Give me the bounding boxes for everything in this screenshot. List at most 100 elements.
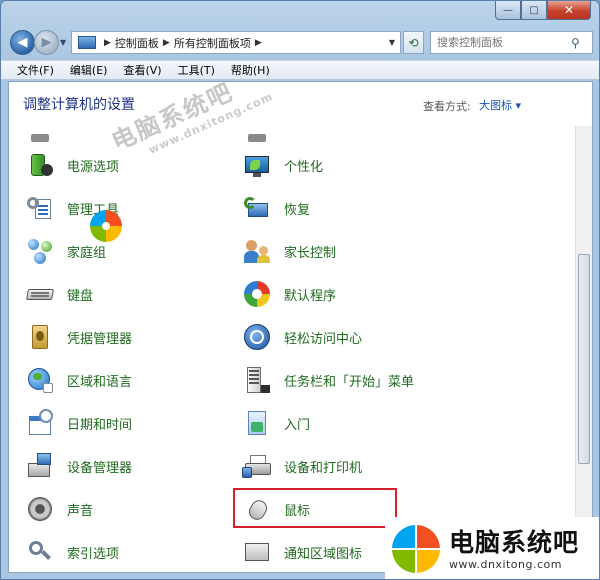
- item-keyboard[interactable]: 键盘: [25, 277, 93, 311]
- item-ease-of-access[interactable]: 轻松访问中心: [242, 320, 362, 354]
- arrow-left-icon: ◀: [17, 35, 28, 50]
- view-by-dropdown[interactable]: 大图标 ▾: [479, 97, 521, 113]
- item-label: 键盘: [67, 288, 94, 304]
- menu-file[interactable]: 文件(F): [9, 62, 62, 78]
- refresh-icon: ⟲: [408, 35, 419, 50]
- date-time-icon: [25, 408, 55, 438]
- item-credential-manager[interactable]: 凭据管理器: [25, 320, 132, 354]
- navigation-bar: ◀ ▶ ▼ ▶ 控制面板 ▶ 所有控制面板项 ▶ ▼ ⟲ ⚲: [1, 27, 599, 59]
- ease-of-access-icon: [242, 322, 272, 352]
- back-button[interactable]: ◀: [10, 30, 35, 55]
- item-personalization[interactable]: 个性化: [242, 148, 323, 182]
- caption-buttons: — □ ✕: [495, 1, 591, 21]
- menu-tools[interactable]: 工具(T): [170, 62, 223, 78]
- partial-item-top-right: [242, 114, 272, 148]
- refresh-button[interactable]: ⟲: [403, 31, 424, 54]
- address-dropdown-icon[interactable]: ▼: [384, 38, 400, 47]
- control-panel-icon: [78, 36, 96, 49]
- item-label: 入门: [284, 417, 311, 433]
- item-getting-started[interactable]: 入门: [242, 406, 310, 440]
- chevron-right-icon[interactable]: ▶: [255, 38, 262, 48]
- item-label: 电源选项: [67, 159, 120, 175]
- content-header: 调整计算机的设置 查看方式: 大图标 ▾: [9, 82, 592, 126]
- minimize-button[interactable]: —: [495, 1, 521, 20]
- homegroup-icon: [25, 236, 55, 266]
- item-label: 索引选项: [67, 546, 120, 562]
- item-label: 恢复: [284, 202, 311, 218]
- item-homegroup[interactable]: 家庭组: [25, 234, 106, 268]
- items-grid: 电源选项 个性化 管理工具 恢复 家庭组 家长控制 键盘 默认程序 凭据管理器 …: [9, 126, 577, 572]
- address-bar[interactable]: ▶ 控制面板 ▶ 所有控制面板项 ▶ ▼: [71, 31, 401, 54]
- personalization-icon: [242, 150, 272, 180]
- item-label: 默认程序: [284, 288, 337, 304]
- taskbar-start-menu-icon: [242, 365, 272, 395]
- item-label: 设备管理器: [67, 460, 133, 476]
- credential-manager-icon: [25, 322, 55, 352]
- item-notification-area[interactable]: 通知区域图标: [242, 535, 362, 569]
- item-region-language[interactable]: 区域和语言: [25, 363, 132, 397]
- forward-button[interactable]: ▶: [34, 30, 59, 55]
- search-icon[interactable]: ⚲: [571, 36, 587, 50]
- item-label: 声音: [67, 503, 94, 519]
- item-power-options[interactable]: 电源选项: [25, 148, 119, 182]
- recovery-icon: [242, 193, 272, 223]
- item-label: 任务栏和「开始」菜单: [284, 374, 415, 390]
- vertical-scrollbar[interactable]: [575, 126, 592, 572]
- search-box[interactable]: ⚲: [430, 31, 593, 54]
- item-label: 凭据管理器: [67, 331, 133, 347]
- close-button[interactable]: ✕: [547, 1, 591, 20]
- menu-edit[interactable]: 编辑(E): [62, 62, 116, 78]
- indexing-options-icon: [25, 537, 55, 567]
- chevron-right-icon[interactable]: ▶: [163, 38, 170, 48]
- region-language-icon: [25, 365, 55, 395]
- breadcrumb-control-panel[interactable]: 控制面板: [115, 35, 159, 51]
- item-label: 轻松访问中心: [284, 331, 363, 347]
- devices-printers-icon: [242, 451, 272, 481]
- item-devices-printers[interactable]: 设备和打印机: [242, 449, 362, 483]
- item-sound[interactable]: 声音: [25, 492, 93, 526]
- item-taskbar-start-menu[interactable]: 任务栏和「开始」菜单: [242, 363, 414, 397]
- item-parental-controls[interactable]: 家长控制: [242, 234, 336, 268]
- partial-icon: [242, 116, 272, 146]
- power-options-icon: [25, 150, 55, 180]
- item-admin-tools[interactable]: 管理工具: [25, 191, 119, 225]
- view-by-label: 查看方式:: [423, 100, 471, 113]
- keyboard-icon: [25, 279, 55, 309]
- item-recovery[interactable]: 恢复: [242, 191, 310, 225]
- item-device-manager[interactable]: 设备管理器: [25, 449, 132, 483]
- chevron-right-icon[interactable]: ▶: [104, 38, 111, 48]
- menu-view[interactable]: 查看(V): [115, 62, 169, 78]
- sound-icon: [25, 494, 55, 524]
- highlight-box: [233, 488, 397, 528]
- brand-logo-icon: [392, 525, 440, 573]
- content-pane: 调整计算机的设置 查看方式: 大图标 ▾ 电源选项 个性化 管理工具 恢复 家庭…: [8, 81, 593, 573]
- brand-name: 电脑系统吧: [449, 527, 580, 557]
- scrollbar-thumb[interactable]: [578, 254, 590, 464]
- item-label: 家庭组: [67, 245, 107, 261]
- item-label: 设备和打印机: [284, 460, 363, 476]
- item-label: 管理工具: [67, 202, 120, 218]
- control-panel-window: — □ ✕ ◀ ▶ ▼ ▶ 控制面板 ▶ 所有控制面板项 ▶ ▼ ⟲ ⚲ 文件(…: [0, 0, 600, 580]
- menu-bar: 文件(F) 编辑(E) 查看(V) 工具(T) 帮助(H): [1, 60, 599, 80]
- item-date-time[interactable]: 日期和时间: [25, 406, 132, 440]
- getting-started-icon: [242, 408, 272, 438]
- menu-help[interactable]: 帮助(H): [223, 62, 278, 78]
- partial-icon: [25, 116, 55, 146]
- notification-area-icon: [242, 537, 272, 567]
- device-manager-icon: [25, 451, 55, 481]
- admin-tools-icon: [25, 193, 55, 223]
- brand-url: www.dnxitong.com: [449, 557, 562, 571]
- arrow-right-icon: ▶: [41, 35, 52, 50]
- brand-logo: 电脑系统吧 www.dnxitong.com: [385, 517, 599, 579]
- item-label: 通知区域图标: [284, 546, 363, 562]
- item-label: 个性化: [284, 159, 324, 175]
- item-default-programs[interactable]: 默认程序: [242, 277, 336, 311]
- breadcrumb-all-items[interactable]: 所有控制面板项: [174, 35, 251, 51]
- search-input[interactable]: [431, 36, 571, 49]
- item-label: 区域和语言: [67, 374, 133, 390]
- partial-item-top-left: [25, 114, 55, 148]
- item-label: 日期和时间: [67, 417, 133, 433]
- item-indexing-options[interactable]: 索引选项: [25, 535, 119, 569]
- history-dropdown-icon[interactable]: ▼: [60, 38, 66, 47]
- maximize-button[interactable]: □: [521, 1, 547, 20]
